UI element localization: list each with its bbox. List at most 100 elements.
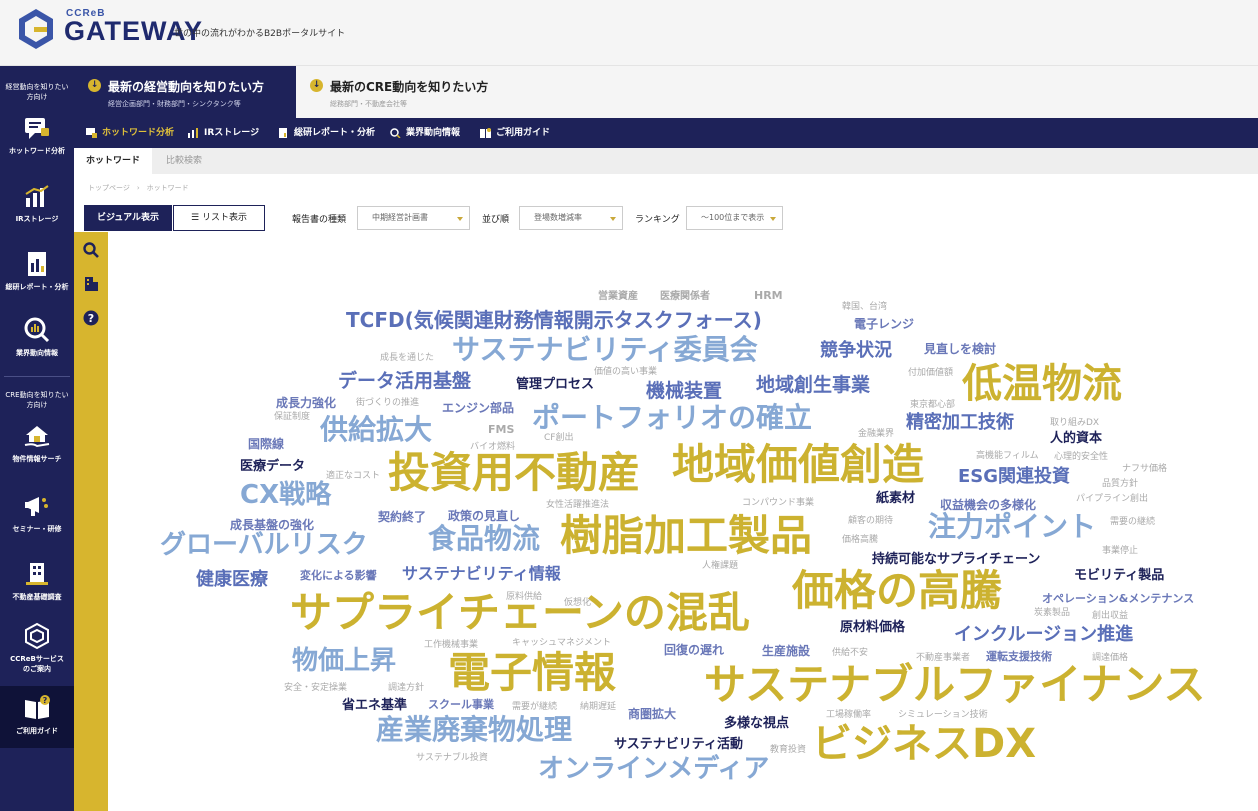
hotword[interactable]: モビリティ製品 — [1074, 569, 1164, 582]
hotword[interactable]: 供給不安 — [832, 649, 868, 658]
hotword[interactable]: 変化による影響 — [300, 570, 377, 581]
hotword[interactable]: 金融業界 — [858, 430, 894, 439]
hotword[interactable]: 人権課題 — [702, 562, 738, 571]
hotword[interactable]: コンパウンド事業 — [742, 499, 814, 508]
hotword[interactable]: シミュレーション技術 — [898, 711, 988, 720]
hotword[interactable]: 女性活躍推進法 — [546, 501, 609, 510]
hotword[interactable]: 健康医療 — [196, 571, 268, 589]
hotword[interactable]: オペレーション&メンテナンス — [1042, 593, 1194, 604]
hotword[interactable]: 政策の見直し — [448, 510, 520, 522]
hotword[interactable]: 樹脂加工製品 — [560, 515, 812, 557]
hotword[interactable]: 炭素製品 — [1034, 609, 1070, 618]
hotword[interactable]: 医療関係者 — [660, 292, 710, 302]
hotword[interactable]: 契約終了 — [378, 511, 426, 523]
visual-view-button[interactable]: ビジュアル表示 — [84, 205, 172, 231]
sidebar-item-ir-storage[interactable]: IRストレージ — [0, 184, 74, 224]
subnav-report[interactable]: 総研レポート・分析 — [278, 118, 375, 148]
sidebar-item-report[interactable]: 総研レポート・分析 — [0, 250, 74, 292]
hotword[interactable]: 成長力強化 — [276, 397, 336, 409]
hotword[interactable]: ビジネスDX — [812, 724, 1036, 764]
hotword[interactable]: バイオ燃料 — [470, 443, 515, 452]
hotword[interactable]: 不動産事業者 — [916, 654, 970, 663]
sidebar-item-guide[interactable]: ? ご利用ガイド — [0, 686, 74, 748]
hotword[interactable]: TCFD(気候関連財務情報開示タスクフォース) — [346, 310, 762, 330]
hotword[interactable]: 調達価格 — [1092, 654, 1128, 663]
hotword[interactable]: 注力ポイント — [928, 513, 1096, 541]
hotword[interactable]: データ活用基盤 — [338, 372, 471, 391]
tab-cre-trend[interactable]: ↓ 最新のCRE動向を知りたい方 総務部門・不動産会社等 — [296, 66, 556, 118]
hotword[interactable]: キャッシュマネジメント — [512, 639, 611, 648]
sidebar-item-property[interactable]: 物件情報サーチ — [0, 424, 74, 464]
hotword[interactable]: 安全・安定操業 — [284, 684, 347, 693]
building-icon[interactable] — [83, 276, 99, 292]
hotword[interactable]: 保証制度 — [274, 413, 310, 422]
hotword[interactable]: 投資用不動産 — [388, 452, 640, 494]
hotword[interactable]: 付加価値額 — [908, 369, 953, 378]
subnav-hotword[interactable]: ホットワード分析 — [86, 118, 174, 148]
hotword[interactable]: 事業停止 — [1102, 547, 1138, 556]
gateway-logo-icon[interactable] — [18, 8, 54, 50]
hotword[interactable]: 紙素材 — [876, 492, 915, 505]
hotword[interactable]: 生産施設 — [762, 645, 810, 657]
hotword[interactable]: CX戦略 — [240, 482, 331, 508]
hotword[interactable]: 価格の高騰 — [792, 570, 1002, 612]
sidebar-item-seminar[interactable]: セミナー・研修 — [0, 492, 74, 534]
hotword[interactable]: 物価上昇 — [292, 648, 396, 674]
hotword[interactable]: ESG関連投資 — [958, 468, 1070, 486]
hotword[interactable]: 成長を通じた — [380, 354, 434, 363]
tab-management-trend[interactable]: ↓ 最新の経営動向を知りたい方 経営企画部門・財務部門・シンクタンク等 — [74, 66, 296, 118]
hotword[interactable]: 人的資本 — [1050, 432, 1102, 445]
hotword[interactable]: スクール事業 — [428, 699, 494, 710]
hotword[interactable]: 運転支援技術 — [986, 651, 1052, 662]
hotword[interactable]: 顧客の期待 — [848, 517, 893, 526]
hotword[interactable]: サステナビリティ情報 — [402, 566, 561, 582]
hotword[interactable]: 収益機会の多様化 — [940, 499, 1036, 511]
hotword[interactable]: 精密加工技術 — [906, 414, 1014, 432]
hotword[interactable]: 見直しを検討 — [924, 343, 996, 355]
hotword[interactable]: サステナビリティ委員会 — [452, 336, 758, 364]
ranking-select[interactable]: 〜100位まで表示 — [686, 206, 783, 230]
subnav-industry[interactable]: 業界動向情報 — [390, 118, 460, 148]
hotword[interactable]: 心理的安全性 — [1054, 453, 1108, 462]
hotword[interactable]: 価値の高い事業 — [594, 368, 657, 377]
hotword[interactable]: サステナビリティ活動 — [614, 738, 743, 751]
hotword[interactable]: FMS — [488, 424, 514, 435]
hotword[interactable]: 低温物流 — [962, 364, 1122, 404]
hotword[interactable]: ナフサ価格 — [1122, 465, 1167, 474]
hotword[interactable]: 多様な視点 — [724, 717, 789, 730]
hotword[interactable]: インクルージョン推進 — [954, 626, 1133, 644]
hotword[interactable]: 工場稼働率 — [826, 711, 871, 720]
hotword[interactable]: オンラインメディア — [538, 756, 769, 782]
hotword[interactable]: 商圏拡大 — [628, 708, 676, 720]
hotword[interactable]: 機械装置 — [646, 382, 722, 401]
hotword[interactable]: 原材料価格 — [840, 621, 905, 634]
hotword[interactable]: HRM — [754, 290, 783, 301]
hotword[interactable]: 適正なコスト — [326, 472, 380, 481]
hotword[interactable]: 調達方針 — [388, 684, 424, 693]
hotword[interactable]: 持続可能なサプライチェーン — [872, 553, 1040, 566]
hotword[interactable]: グローバルリスク — [160, 532, 368, 558]
sidebar-item-ccreb-service[interactable]: CCReBサービスのご案内 — [0, 622, 74, 674]
sidebar-item-hotword[interactable]: ホットワード分析 — [0, 116, 74, 156]
hotword[interactable]: 産業廃棄物処理 — [376, 716, 572, 744]
tab-hotword[interactable]: ホットワード — [74, 148, 153, 174]
help-icon[interactable]: ? — [83, 310, 99, 326]
hotword[interactable]: 回復の遅れ — [664, 644, 724, 656]
tab-compare-search[interactable]: 比較検索 — [154, 148, 214, 174]
list-view-button[interactable]: ☰ リスト表示 — [173, 205, 265, 231]
hotword[interactable]: 地域価値創造 — [672, 444, 924, 486]
subnav-ir-storage[interactable]: IRストレージ — [188, 118, 259, 148]
hotword[interactable]: 原料供給 — [506, 593, 542, 602]
hotword[interactable]: 創出収益 — [1092, 612, 1128, 621]
hotword[interactable]: 教育投資 — [770, 746, 806, 755]
hotword[interactable]: 営業資産 — [598, 292, 638, 302]
hotword[interactable]: 東京都心部 — [910, 401, 955, 410]
hotword[interactable]: サステナブル投資 — [416, 754, 488, 763]
hotword[interactable]: 工作機械事業 — [424, 641, 478, 650]
hotword[interactable]: 仮想化 — [564, 599, 591, 608]
hotword[interactable]: 高機能フィルム — [976, 452, 1039, 461]
hotword[interactable]: 街づくりの推進 — [356, 399, 419, 408]
hotword[interactable]: 需要が継続 — [512, 703, 557, 712]
hotword[interactable]: 電子レンジ — [854, 318, 914, 330]
breadcrumb[interactable]: トップページ › ホットワード — [88, 183, 189, 193]
